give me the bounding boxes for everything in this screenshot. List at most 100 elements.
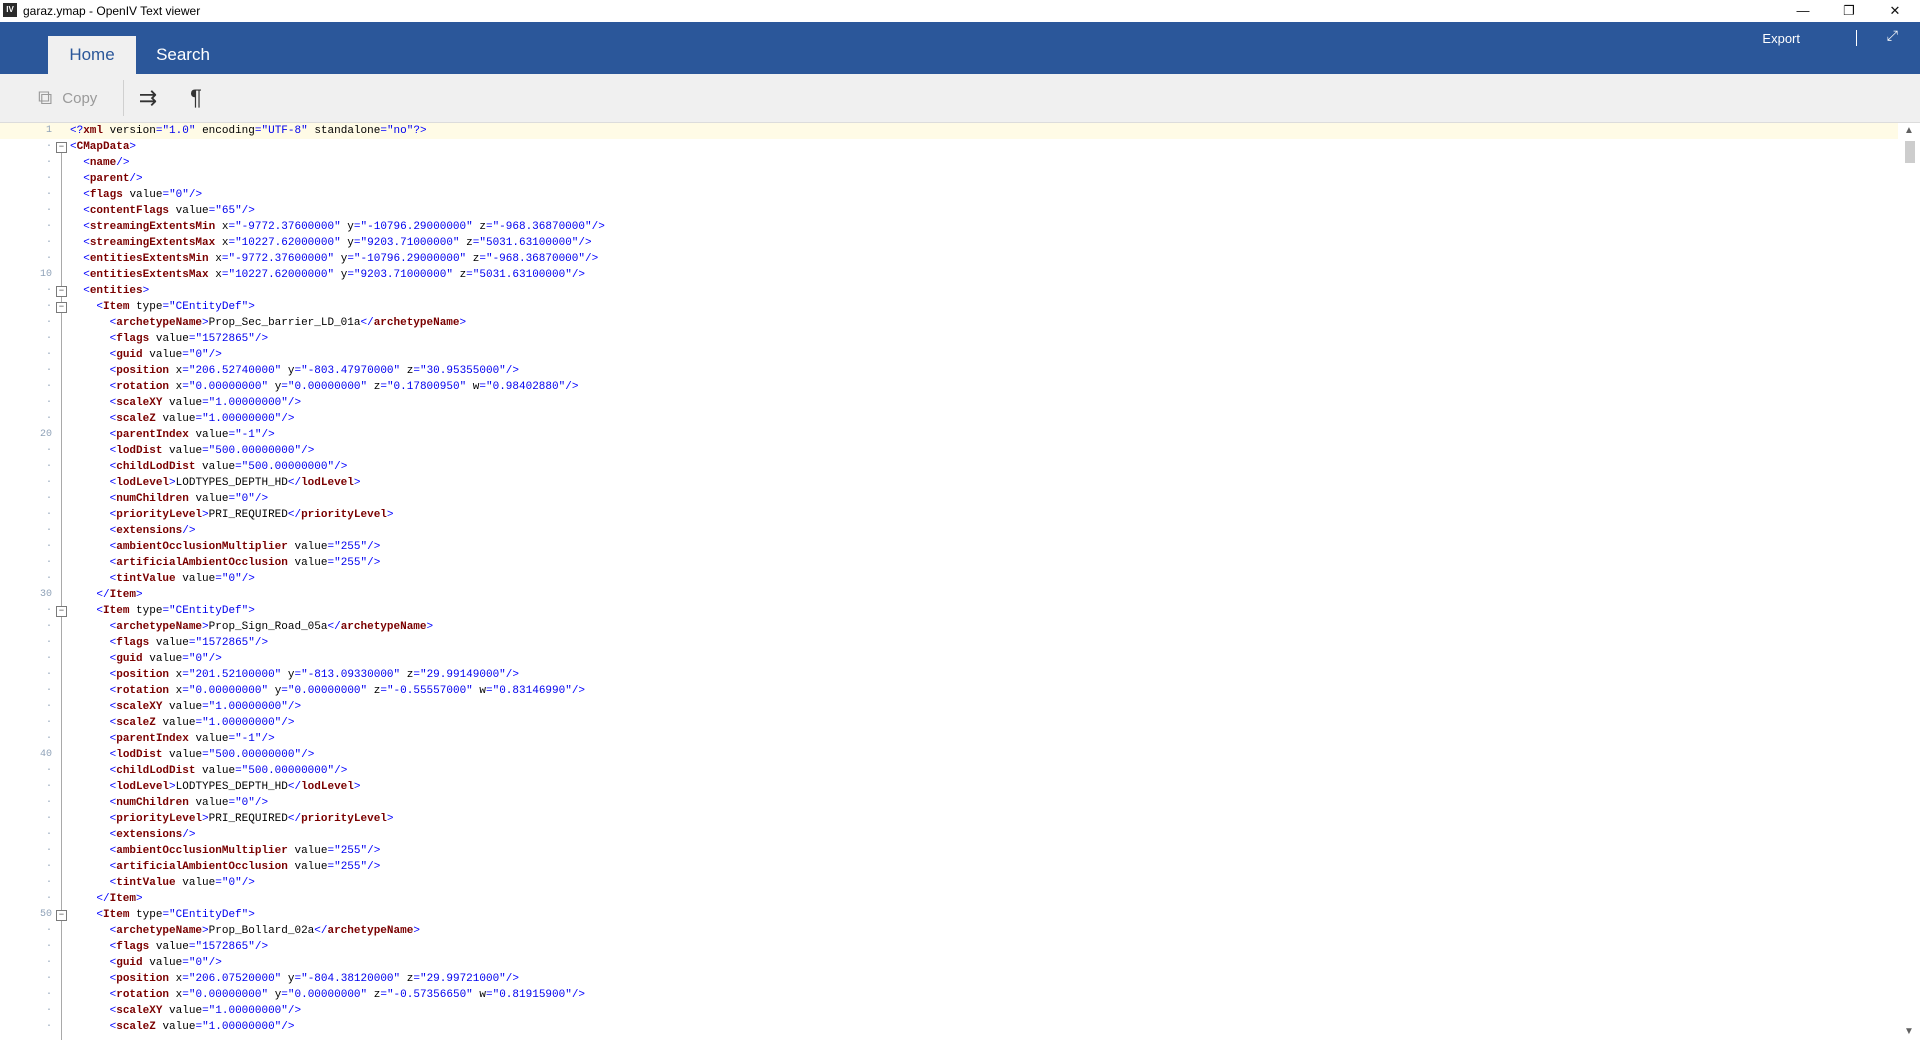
code-line[interactable]: <streamingExtentsMin x="-9772.37600000" … (70, 219, 605, 235)
show-whitespace-icon[interactable]: ¶ (183, 84, 209, 112)
code-line[interactable]: <guid value="0"/> (70, 347, 222, 363)
line-tick: · (45, 925, 52, 936)
code-line[interactable]: <parentIndex value="-1"/> (70, 731, 275, 747)
line-tick: · (45, 381, 52, 392)
ribbon-bar: Home Search Export ⤢ (0, 22, 1920, 74)
export-button[interactable]: Export (1762, 31, 1800, 46)
scroll-up-icon[interactable]: ▲ (1898, 123, 1920, 139)
code-line[interactable]: <parent/> (70, 171, 142, 187)
code-line[interactable]: <numChildren value="0"/> (70, 795, 268, 811)
code-line[interactable]: <Item type="CEntityDef"> (70, 907, 254, 923)
code-line[interactable]: <lodLevel>LODTYPES_DEPTH_HD</lodLevel> (70, 475, 361, 491)
code-line[interactable]: <guid value="0"/> (70, 955, 222, 971)
code-line[interactable]: <Item type="CEntityDef"> (70, 299, 254, 315)
vertical-scrollbar[interactable]: ▲ ▼ (1898, 123, 1920, 1040)
fold-toggle-icon[interactable]: − (56, 606, 67, 617)
line-tick: · (45, 989, 52, 1000)
code-line[interactable]: <scaleZ value="1.00000000"/> (70, 1019, 295, 1035)
fold-toggle-icon[interactable]: − (56, 142, 67, 153)
code-line[interactable]: <priorityLevel>PRI_REQUIRED</priorityLev… (70, 507, 394, 523)
code-line[interactable]: <archetypeName>Prop_Sec_barrier_LD_01a</… (70, 315, 467, 331)
line-tick: · (45, 509, 52, 520)
tab-home[interactable]: Home (48, 36, 136, 74)
code-line[interactable]: <extensions/> (70, 523, 196, 539)
line-number: 10 (39, 269, 52, 280)
code-line[interactable]: <rotation x="0.00000000" y="0.00000000" … (70, 683, 585, 699)
code-line[interactable]: <CMapData> (70, 139, 136, 155)
code-line[interactable]: <scaleZ value="1.00000000"/> (70, 411, 295, 427)
line-tick: · (45, 237, 52, 248)
code-line[interactable]: <archetypeName>Prop_Sign_Road_05a</arche… (70, 619, 434, 635)
code-line[interactable]: <scaleXY value="1.00000000"/> (70, 395, 301, 411)
line-number: 20 (39, 429, 52, 440)
line-tick: · (45, 205, 52, 216)
code-line[interactable]: <lodLevel>LODTYPES_DEPTH_HD</lodLevel> (70, 779, 361, 795)
code-line[interactable]: </Item> (70, 891, 142, 907)
line-tick: · (45, 461, 52, 472)
code-line[interactable]: <name/> (70, 155, 129, 171)
code-line[interactable]: <entities> (70, 283, 149, 299)
code-line[interactable]: <Item type="CEntityDef"> (70, 603, 254, 619)
code-line[interactable]: <streamingExtentsMax x="10227.62000000" … (70, 235, 591, 251)
code-line[interactable]: <rotation x="0.00000000" y="0.00000000" … (70, 987, 585, 1003)
code-line[interactable]: <scaleXY value="1.00000000"/> (70, 1003, 301, 1019)
code-line[interactable]: <entitiesExtentsMax x="10227.62000000" y… (70, 267, 585, 283)
word-wrap-icon[interactable]: ⇉ (135, 84, 161, 112)
code-line[interactable]: <guid value="0"/> (70, 651, 222, 667)
restore-button[interactable]: ❐ (1826, 0, 1872, 22)
line-tick: · (45, 365, 52, 376)
code-line[interactable]: <parentIndex value="-1"/> (70, 427, 275, 443)
code-line[interactable]: <artificialAmbientOcclusion value="255"/… (70, 555, 381, 571)
code-line[interactable]: <numChildren value="0"/> (70, 491, 268, 507)
line-tick: · (45, 493, 52, 504)
line-tick: · (45, 301, 52, 312)
code-line[interactable]: <tintValue value="0"/> (70, 875, 255, 891)
tab-search[interactable]: Search (146, 36, 220, 74)
code-line[interactable]: <scaleXY value="1.00000000"/> (70, 699, 301, 715)
code-line[interactable]: <childLodDist value="500.00000000"/> (70, 763, 348, 779)
code-line[interactable]: <tintValue value="0"/> (70, 571, 255, 587)
code-line[interactable]: <artificialAmbientOcclusion value="255"/… (70, 859, 381, 875)
code-line[interactable]: </Item> (70, 587, 142, 603)
line-tick: · (45, 957, 52, 968)
line-tick: · (45, 877, 52, 888)
code-line[interactable]: <position x="201.52100000" y="-813.09330… (70, 667, 519, 683)
code-line[interactable]: <position x="206.52740000" y="-803.47970… (70, 363, 519, 379)
fold-toggle-icon[interactable]: − (56, 302, 67, 313)
code-line[interactable]: <scaleZ value="1.00000000"/> (70, 715, 295, 731)
line-tick: · (45, 973, 52, 984)
line-tick: · (45, 413, 52, 424)
code-line[interactable]: <position x="206.07520000" y="-804.38120… (70, 971, 519, 987)
code-line[interactable]: <flags value="1572865"/> (70, 635, 268, 651)
scroll-thumb[interactable] (1905, 141, 1915, 163)
line-tick: · (45, 573, 52, 584)
code-line[interactable]: <flags value="1572865"/> (70, 331, 268, 347)
code-line[interactable]: <priorityLevel>PRI_REQUIRED</priorityLev… (70, 811, 394, 827)
line-tick: · (45, 861, 52, 872)
code-line[interactable]: <?xml version="1.0" encoding="UTF-8" sta… (70, 123, 427, 139)
code-line[interactable]: <rotation x="0.00000000" y="0.00000000" … (70, 379, 579, 395)
code-line[interactable]: <entitiesExtentsMin x="-9772.37600000" y… (70, 251, 598, 267)
code-line[interactable]: <extensions/> (70, 827, 196, 843)
code-line[interactable]: <ambientOcclusionMultiplier value="255"/… (70, 843, 381, 859)
code-editor[interactable]: 1 · · · · · · · · 10 · · · · · · · · · 20 · · · · · · · · · 30 · · · · · · ·… (0, 123, 1920, 1040)
expand-icon[interactable]: ⤢ (1887, 27, 1898, 44)
code-line[interactable]: <archetypeName>Prop_Bollard_02a</archety… (70, 923, 420, 939)
code-line[interactable]: <ambientOcclusionMultiplier value="255"/… (70, 539, 381, 555)
toolbar: ⧉ Copy ⇉ ¶ (0, 74, 1920, 123)
code-line[interactable]: <contentFlags value="65"/> (70, 203, 255, 219)
code-line[interactable]: <lodDist value="500.00000000"/> (70, 443, 315, 459)
code-line[interactable]: <childLodDist value="500.00000000"/> (70, 459, 348, 475)
code-line[interactable]: <lodDist value="500.00000000"/> (70, 747, 315, 763)
fold-toggle-icon[interactable]: − (56, 286, 67, 297)
scroll-down-icon[interactable]: ▼ (1898, 1024, 1920, 1040)
fold-toggle-icon[interactable]: − (56, 910, 67, 921)
copy-button[interactable]: ⧉ Copy (38, 84, 97, 112)
ribbon-divider (1856, 30, 1857, 46)
code-line[interactable]: <flags value="1572865"/> (70, 939, 268, 955)
code-line[interactable]: <flags value="0"/> (70, 187, 202, 203)
minimize-button[interactable]: — (1780, 0, 1826, 22)
code-area[interactable]: <?xml version="1.0" encoding="UTF-8" sta… (70, 123, 1900, 1040)
line-number: 40 (39, 749, 52, 760)
close-button[interactable]: ✕ (1872, 0, 1918, 22)
